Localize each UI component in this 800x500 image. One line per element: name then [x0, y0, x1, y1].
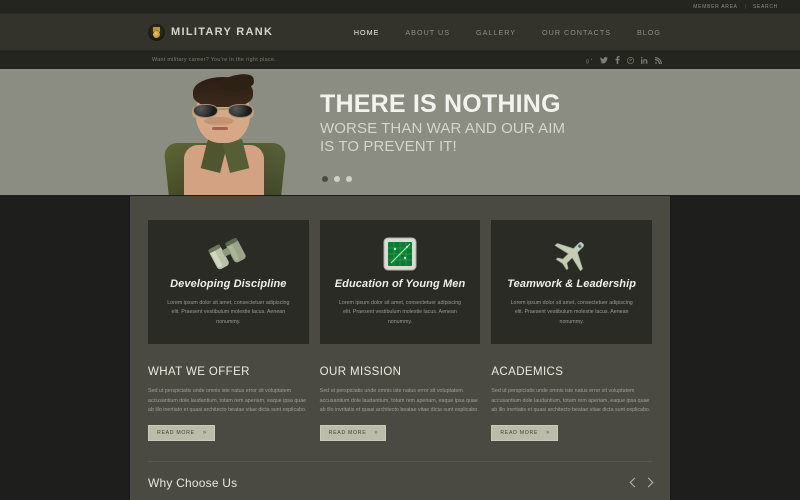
hero-subtitle-line-1: WORSE THAN WAR AND OUR AIM [320, 120, 566, 137]
why-choose-us-section: Why Choose Us [148, 475, 654, 490]
nav-item-our-contacts[interactable]: OUR CONTACTS [542, 28, 611, 37]
slider-pagination [322, 176, 352, 182]
logo-text: MILITARY RANK [171, 26, 274, 38]
member-area-link[interactable]: MEMBER AREA [693, 4, 737, 10]
feature-cards: Developing Discipline Lorem ipsum dolor … [148, 220, 653, 344]
column-our-mission: OUR MISSION Sed ut perspiciatis unde omn… [319, 366, 481, 441]
column-heading: ACADEMICS [491, 366, 564, 378]
tagline-text: Want military career? You're in the righ… [152, 57, 276, 63]
slider-dot-1[interactable] [322, 176, 328, 182]
twitter-icon[interactable] [600, 56, 608, 64]
feature-card[interactable]: Developing Discipline Lorem ipsum dolor … [148, 220, 309, 344]
slider-dot-3[interactable] [346, 176, 352, 182]
site-header: MILITARY RANK HOME ABOUT US GALLERY OUR … [0, 14, 800, 51]
content-columns: WHAT WE OFFER Sed ut perspiciatis unde o… [148, 366, 652, 441]
svg-text:g: g [586, 58, 589, 64]
radar-screen-icon [332, 234, 469, 274]
read-more-label: READ MORE [328, 429, 367, 436]
column-heading: WHAT WE OFFER [148, 366, 250, 378]
chevron-right-icon: » [202, 429, 207, 436]
social-links: g [586, 56, 662, 64]
nav-item-about-us[interactable]: ABOUT US [405, 28, 450, 37]
read-more-button[interactable]: READ MORE » [491, 424, 559, 441]
column-academics: ACADEMICS Sed ut perspiciatis unde omnis… [491, 366, 652, 441]
nav-item-gallery[interactable]: GALLERY [476, 28, 516, 37]
why-choose-us-heading: Why Choose Us [148, 475, 238, 490]
tagline-bar: Want military career? You're in the righ… [0, 51, 800, 69]
topbar-separator: | [744, 3, 746, 10]
google-plus-icon[interactable]: g [586, 57, 593, 64]
read-more-button[interactable]: READ MORE » [319, 424, 387, 441]
soldier-portrait-image [160, 69, 290, 195]
feature-card-text: Lorem ipsum dolor sit amet, consectetuer… [338, 300, 462, 325]
arrow-left-icon[interactable] [629, 477, 640, 488]
column-what-we-offer: WHAT WE OFFER Sed ut perspiciatis unde o… [148, 366, 309, 441]
hero-subtitle-line-2: IS TO PREVENT IT! [320, 138, 457, 156]
feature-card-title: Education of Young Men [334, 278, 466, 290]
site-logo[interactable]: MILITARY RANK [148, 23, 274, 41]
content-panel: Developing Discipline Lorem ipsum dolor … [130, 196, 670, 500]
feature-card-text: Lorem ipsum dolor sit amet, consectetuer… [167, 300, 290, 325]
feature-card-text: Lorem ipsum dolor sit amet, consectetuer… [510, 300, 633, 325]
nav-item-home[interactable]: HOME [354, 28, 380, 37]
rss-icon[interactable] [655, 56, 662, 64]
facebook-icon[interactable] [615, 56, 620, 64]
slider-dot-2[interactable] [334, 176, 340, 182]
feature-card-title: Teamwork & Leadership [507, 278, 637, 290]
column-text: Sed ut perspiciatis unde omnis iste natu… [319, 388, 479, 414]
hero-slider: THERE IS NOTHING WORSE THAN WAR AND OUR … [0, 69, 800, 195]
chevron-right-icon: » [546, 429, 551, 436]
arrow-right-icon[interactable] [643, 477, 654, 488]
hero-text-block: THERE IS NOTHING WORSE THAN WAR AND OUR … [320, 91, 620, 157]
pinterest-icon[interactable] [627, 56, 634, 64]
medal-icon [148, 23, 165, 41]
column-text: Sed ut perspiciatis unde omnis iste natu… [491, 388, 651, 414]
top-utility-bar: MEMBER AREA | SEARCH [0, 0, 800, 14]
feature-card[interactable]: Teamwork & Leadership Lorem ipsum dolor … [491, 220, 653, 344]
column-heading: OUR MISSION [319, 366, 402, 378]
read-more-label: READ MORE [500, 429, 539, 436]
section-divider [148, 460, 652, 462]
read-more-button[interactable]: READ MORE » [148, 424, 215, 441]
linkedin-icon[interactable] [641, 56, 648, 64]
feature-card[interactable]: Education of Young Men Lorem ipsum dolor… [319, 220, 481, 344]
read-more-label: READ MORE [157, 429, 195, 436]
main-navigation: HOME ABOUT US GALLERY OUR CONTACTS BLOG [354, 28, 661, 37]
fighter-jet-icon [503, 234, 640, 274]
column-text: Sed ut perspiciatis unde omnis iste natu… [148, 388, 307, 414]
hero-title: THERE IS NOTHING [320, 90, 561, 118]
search-link[interactable]: SEARCH [753, 4, 778, 10]
nav-item-blog[interactable]: BLOG [637, 28, 661, 37]
binoculars-icon [160, 234, 297, 274]
carousel-arrows [629, 477, 654, 488]
feature-card-title: Developing Discipline [170, 278, 287, 290]
chevron-right-icon: » [374, 429, 379, 436]
